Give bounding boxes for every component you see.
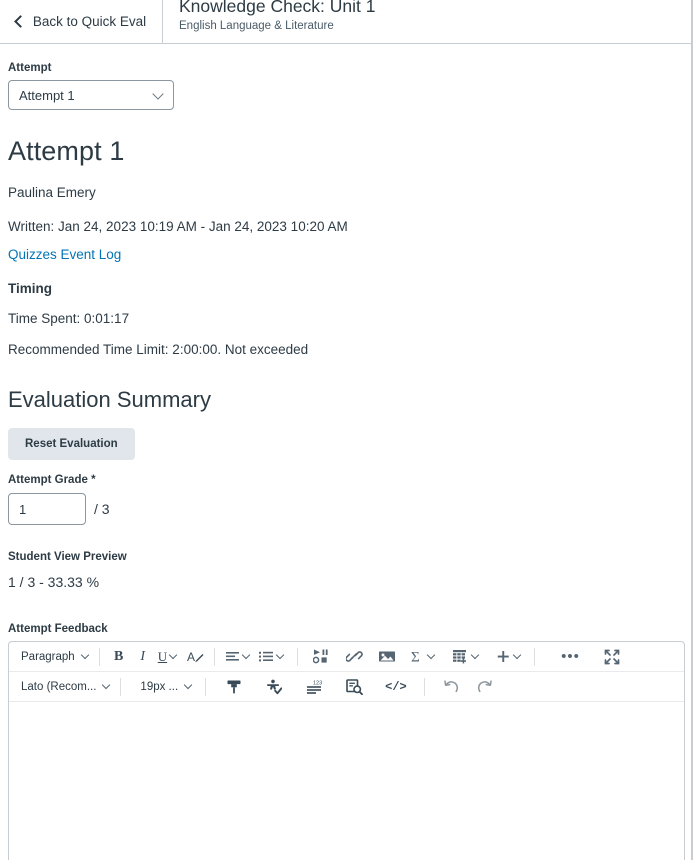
chevron-down-icon	[275, 650, 285, 660]
html-editor-button[interactable]: </>	[382, 675, 410, 699]
svg-text:A: A	[187, 650, 195, 664]
quizzes-event-log-link[interactable]: Quizzes Event Log	[8, 247, 121, 262]
svg-text:123: 123	[313, 680, 322, 686]
align-button[interactable]	[222, 645, 256, 669]
underline-button[interactable]: U	[155, 645, 183, 669]
back-to-quick-eval-button[interactable]: Back to Quick Eval	[0, 0, 163, 43]
list-button[interactable]	[256, 645, 290, 669]
attempt-grade-input[interactable]	[8, 493, 86, 525]
format-painter-button[interactable]	[222, 675, 246, 699]
more-options-button[interactable]: •••	[558, 645, 583, 669]
student-view-preview-label: Student View Preview	[8, 551, 127, 563]
page-header: Back to Quick Eval Knowledge Check: Unit…	[0, 0, 691, 44]
rich-content-editor: Paragraph B I U A Σ ••• Lato (Recom... 1…	[8, 641, 685, 860]
feedback-editor-body[interactable]	[9, 702, 684, 860]
student-name: Paulina Emery	[8, 185, 96, 200]
chevron-down-icon	[470, 650, 480, 660]
attempt-feedback-label: Attempt Feedback	[8, 623, 108, 635]
svg-text:Σ: Σ	[411, 650, 420, 665]
insert-button[interactable]	[493, 645, 527, 669]
page-title: Knowledge Check: Unit 1	[179, 0, 376, 16]
text-color-button[interactable]: A	[183, 645, 207, 669]
font-size-label: 19px ...	[140, 680, 179, 693]
accessibility-checker-button[interactable]	[262, 675, 286, 699]
image-button[interactable]	[375, 645, 399, 669]
toolbar-separator	[423, 677, 425, 696]
toolbar-separator	[534, 647, 536, 666]
back-button-label: Back to Quick Eval	[32, 14, 147, 29]
undo-icon	[444, 679, 458, 692]
sigma-equation-icon: Σ	[411, 650, 420, 665]
toolbar-separator	[120, 677, 122, 696]
quiz-evaluation-page: Back to Quick Eval Knowledge Check: Unit…	[0, 0, 693, 860]
attempt-heading: Attempt 1	[8, 136, 125, 166]
chevron-down-icon	[241, 650, 251, 660]
bulleted-list-icon	[259, 651, 274, 662]
find-replace-icon	[345, 678, 363, 695]
grade-denominator: / 3	[94, 501, 110, 517]
attempt-select-label: Attempt	[8, 62, 52, 74]
student-view-preview-value: 1 / 3 - 33.33 %	[8, 574, 100, 590]
table-button[interactable]	[449, 645, 485, 669]
attempt-select[interactable]: Attempt 1	[8, 80, 174, 110]
media-button[interactable]	[309, 645, 333, 669]
bold-button[interactable]: B	[107, 645, 131, 669]
main-content: Attempt Attempt 1 Attempt 1 Paulina Emer…	[0, 62, 691, 860]
chevron-down-icon	[80, 650, 89, 660]
image-icon	[379, 651, 396, 662]
redo-icon	[477, 679, 492, 692]
chevron-down-icon	[168, 650, 178, 660]
link-button[interactable]	[342, 645, 366, 669]
font-family-dropdown[interactable]: Lato (Recom...	[15, 675, 113, 699]
time-limit: Recommended Time Limit: 2:00:00. Not exc…	[8, 342, 309, 357]
align-left-icon	[226, 652, 240, 661]
chevron-down-icon	[102, 680, 111, 690]
link-icon	[345, 651, 363, 662]
toolbar-separator	[98, 647, 100, 666]
reset-evaluation-button[interactable]: Reset Evaluation	[8, 428, 135, 460]
text-color-icon: A	[187, 650, 204, 664]
accessibility-checker-icon	[267, 679, 283, 694]
italic-icon: I	[140, 648, 146, 664]
format-painter-icon	[227, 680, 241, 693]
ellipsis-icon: •••	[561, 647, 580, 665]
font-size-dropdown[interactable]: 19px ...	[134, 675, 195, 699]
font-family-label: Lato (Recom...	[21, 680, 97, 693]
written-timestamp: Written: Jan 24, 2023 10:19 AM - Jan 24,…	[8, 219, 348, 234]
redo-button[interactable]	[473, 675, 497, 699]
attempt-grade-label: Attempt Grade *	[8, 474, 96, 486]
chevron-down-icon	[426, 650, 436, 660]
undo-button[interactable]	[439, 675, 463, 699]
editor-toolbar-row-2: Lato (Recom... 19px ... 123 </>	[9, 672, 684, 702]
word-count-icon: 123	[306, 680, 322, 694]
underline-icon: U	[157, 648, 168, 664]
course-name: English Language & Literature	[179, 20, 334, 32]
plus-icon	[497, 651, 509, 662]
toolbar-separator	[214, 647, 216, 666]
quiz-title-block: Knowledge Check: Unit 1 English Language…	[163, 0, 691, 43]
timing-heading: Timing	[8, 281, 53, 296]
chevron-down-icon	[183, 680, 193, 690]
time-spent: Time Spent: 0:01:17	[8, 311, 130, 326]
toolbar-separator	[297, 647, 299, 666]
block-format-label: Paragraph	[21, 650, 75, 663]
chevron-left-icon	[13, 15, 27, 28]
code-icon: </>	[385, 679, 407, 694]
fullscreen-icon	[604, 649, 620, 664]
equation-button[interactable]: Σ	[408, 645, 441, 669]
evaluation-summary-heading: Evaluation Summary	[8, 387, 211, 412]
word-count-button[interactable]: 123	[302, 675, 326, 699]
find-replace-button[interactable]	[342, 675, 366, 699]
editor-toolbar-row-1: Paragraph B I U A Σ •••	[9, 642, 684, 672]
block-format-dropdown[interactable]: Paragraph	[15, 645, 92, 669]
media-icon	[312, 649, 328, 664]
table-icon	[453, 650, 467, 664]
attempt-grade-row: / 3	[8, 493, 683, 525]
bold-icon: B	[114, 648, 124, 664]
toolbar-separator	[205, 677, 207, 696]
chevron-down-icon	[512, 650, 522, 660]
attempt-select-wrapper[interactable]: Attempt 1	[8, 80, 174, 110]
italic-button[interactable]: I	[131, 645, 155, 669]
fullscreen-button[interactable]	[600, 645, 624, 669]
